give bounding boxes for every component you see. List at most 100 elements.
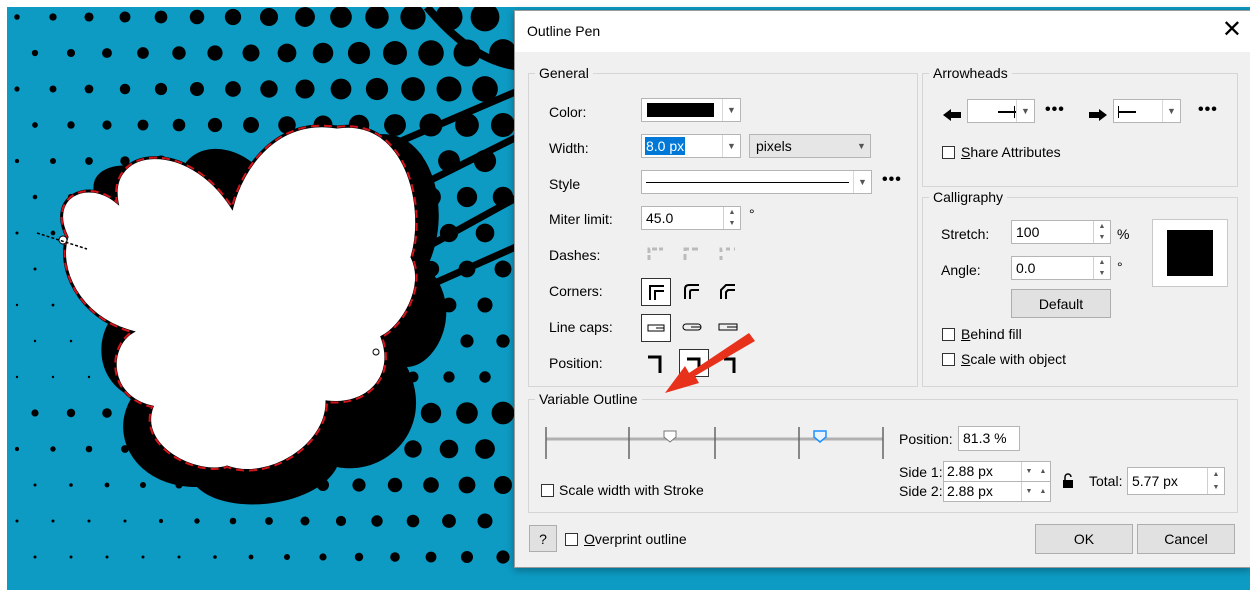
total-label: Total: bbox=[1089, 473, 1123, 489]
corners-label: Corners: bbox=[549, 283, 603, 299]
halftone-dot bbox=[461, 551, 473, 563]
end-arrow-more-icon[interactable]: ••• bbox=[1198, 101, 1218, 119]
halftone-dot bbox=[49, 157, 57, 165]
corner-miter-icon[interactable] bbox=[641, 278, 671, 306]
behind-fill-label: Behind fill bbox=[961, 326, 1022, 342]
halftone-dot bbox=[300, 516, 310, 526]
halftone-dot bbox=[243, 117, 259, 133]
halftone-dot bbox=[140, 482, 146, 488]
ok-button[interactable]: OK bbox=[1035, 524, 1133, 554]
dash-corner-icon[interactable] bbox=[645, 245, 667, 263]
halftone-dot bbox=[460, 334, 474, 348]
width-label: Width: bbox=[549, 140, 589, 156]
style-select[interactable]: ▼ bbox=[641, 170, 872, 194]
halftone-dot bbox=[213, 555, 217, 559]
halftone-dot bbox=[496, 334, 510, 348]
side1-spinner[interactable]: ▼ ▲ bbox=[1021, 462, 1050, 481]
start-arrowhead-select[interactable]: ▼ bbox=[967, 99, 1035, 123]
halftone-dot bbox=[84, 84, 94, 94]
halftone-dot bbox=[84, 12, 94, 22]
overprint-outline-checkbox[interactable] bbox=[565, 533, 578, 546]
halftone-dot bbox=[104, 482, 110, 488]
vo-position-label: Position: bbox=[899, 431, 953, 447]
chevron-down-icon: ▼ bbox=[853, 171, 871, 193]
angle-spinner[interactable]: ▲ ▼ bbox=[1093, 257, 1110, 279]
halftone-dot bbox=[224, 8, 242, 26]
halftone-dot bbox=[31, 49, 39, 57]
stretch-input[interactable]: 100 ▲ ▼ bbox=[1011, 220, 1111, 244]
corner-bevel-icon[interactable] bbox=[715, 279, 739, 303]
total-spinner[interactable]: ▲ ▼ bbox=[1207, 468, 1224, 494]
scale-with-object-checkbox[interactable] bbox=[942, 353, 955, 366]
angle-label: Angle: bbox=[941, 262, 981, 278]
chevron-down-icon: ▼ bbox=[722, 135, 740, 157]
halftone-dot bbox=[85, 157, 93, 165]
halftone-dot bbox=[66, 48, 76, 58]
side2-input[interactable]: 2.88 px ▼ ▲ bbox=[943, 481, 1051, 502]
halftone-dot bbox=[387, 477, 403, 493]
linecaps-label: Line caps: bbox=[549, 319, 613, 335]
dialog-title: Outline Pen bbox=[527, 23, 601, 39]
halftone-dot bbox=[87, 519, 91, 523]
halftone-dot bbox=[102, 408, 112, 418]
dash-corner-icon-3[interactable] bbox=[717, 245, 739, 263]
halftone-dot bbox=[295, 79, 315, 99]
halftone-dot bbox=[436, 76, 462, 102]
angle-input[interactable]: 0.0 ▲ ▼ bbox=[1011, 256, 1111, 280]
title-bar: Outline Pen ✕ bbox=[515, 11, 1250, 52]
halftone-dot bbox=[49, 13, 57, 21]
style-more-icon[interactable]: ••• bbox=[882, 171, 902, 189]
halftone-dot bbox=[277, 43, 297, 63]
total-value: 5.77 px bbox=[1132, 473, 1178, 489]
halftone-dot bbox=[475, 439, 495, 459]
scale-width-with-stroke-checkbox[interactable] bbox=[541, 484, 554, 497]
halftone-dot bbox=[295, 7, 315, 27]
halftone-dot bbox=[51, 519, 55, 523]
miter-input[interactable]: 45.0 ▲ ▼ bbox=[641, 206, 741, 230]
share-attributes-checkbox[interactable] bbox=[942, 146, 955, 159]
default-button[interactable]: Default bbox=[1011, 289, 1111, 318]
overprint-outline-label: Overprint outline bbox=[584, 531, 687, 547]
halftone-dot bbox=[69, 339, 73, 343]
help-button[interactable]: ? bbox=[529, 525, 557, 552]
halftone-dot bbox=[49, 85, 57, 93]
color-picker[interactable]: ▼ bbox=[641, 98, 741, 122]
behind-fill-checkbox[interactable] bbox=[942, 328, 955, 341]
halftone-dot bbox=[190, 82, 204, 96]
halftone-dot bbox=[229, 517, 237, 525]
miter-spinner[interactable]: ▲ ▼ bbox=[723, 207, 740, 229]
vo-position-input[interactable]: 81.3 % bbox=[958, 426, 1020, 451]
halftone-dot bbox=[123, 519, 127, 523]
lock-icon[interactable] bbox=[1061, 472, 1075, 490]
close-icon[interactable]: ✕ bbox=[1222, 15, 1242, 45]
halftone-dot bbox=[119, 83, 131, 95]
halftone-dot bbox=[443, 371, 455, 383]
arrowhead-left-icon bbox=[941, 106, 963, 124]
end-arrow-cap bbox=[1118, 106, 1119, 118]
width-combo[interactable]: 8.0 px ▼ bbox=[641, 134, 741, 158]
start-arrow-more-icon[interactable]: ••• bbox=[1045, 101, 1065, 119]
units-value: pixels bbox=[756, 138, 792, 154]
variable-outline-slider[interactable] bbox=[543, 423, 888, 463]
halftone-dot bbox=[225, 81, 241, 97]
scale-with-object-label: Scale with object bbox=[961, 351, 1067, 367]
total-input[interactable]: 5.77 px ▲ ▼ bbox=[1127, 467, 1225, 495]
stretch-spinner[interactable]: ▲ ▼ bbox=[1093, 221, 1110, 243]
cancel-button[interactable]: Cancel bbox=[1137, 524, 1235, 554]
halftone-dot bbox=[102, 48, 112, 58]
side1-value: 2.88 px bbox=[947, 463, 993, 479]
line-style-preview bbox=[646, 182, 849, 183]
end-arrowhead-select[interactable]: ▼ bbox=[1113, 99, 1181, 123]
dash-corner-icon-2[interactable] bbox=[681, 245, 703, 263]
general-legend: General bbox=[539, 65, 589, 81]
halftone-dot bbox=[14, 446, 20, 452]
side2-spinner[interactable]: ▼ ▲ bbox=[1021, 482, 1050, 501]
side1-input[interactable]: 2.88 px ▼ ▲ bbox=[943, 461, 1051, 482]
halftone-dot bbox=[154, 10, 168, 24]
halftone-dot bbox=[423, 477, 439, 493]
halftone-dot bbox=[87, 375, 91, 379]
halftone-dot bbox=[383, 41, 407, 65]
halftone-dot bbox=[420, 402, 442, 424]
corner-round-icon[interactable] bbox=[679, 279, 703, 303]
units-select[interactable]: pixels ▼ bbox=[749, 134, 871, 158]
